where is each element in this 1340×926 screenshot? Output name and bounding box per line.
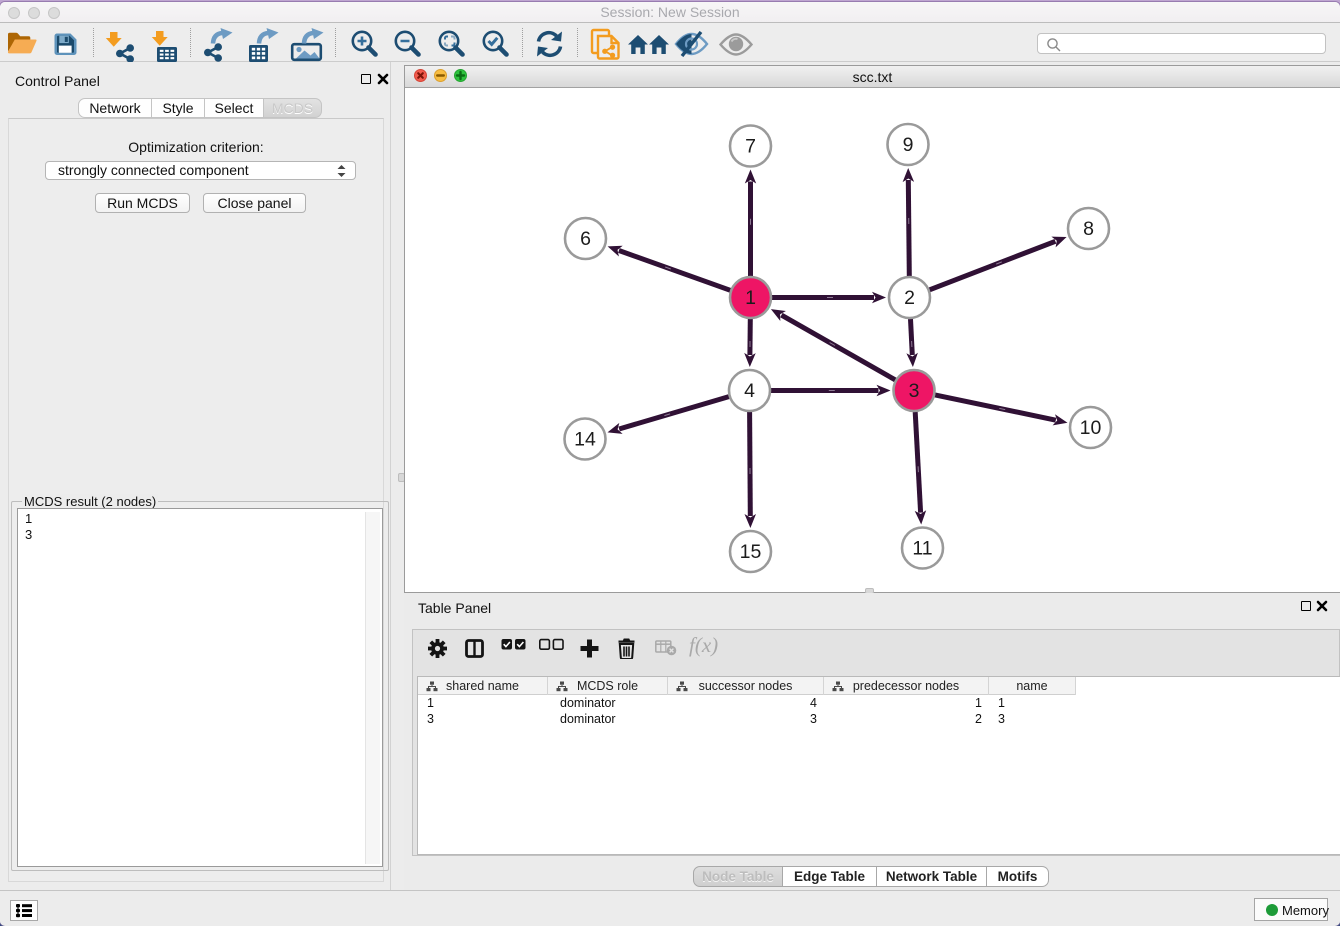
svg-text:8: 8 <box>1083 218 1094 240</box>
svg-text:2: 2 <box>904 287 915 309</box>
svg-text:1: 1 <box>745 287 756 309</box>
svg-text:11: 11 <box>912 538 932 560</box>
svg-text:9: 9 <box>903 134 914 156</box>
svg-text:10: 10 <box>1080 417 1102 439</box>
svg-text:7: 7 <box>745 136 756 158</box>
svg-text:3: 3 <box>909 380 920 402</box>
svg-text:15: 15 <box>740 541 762 563</box>
svg-text:6: 6 <box>580 228 591 250</box>
svg-text:4: 4 <box>744 380 755 402</box>
svg-text:14: 14 <box>574 429 596 451</box>
